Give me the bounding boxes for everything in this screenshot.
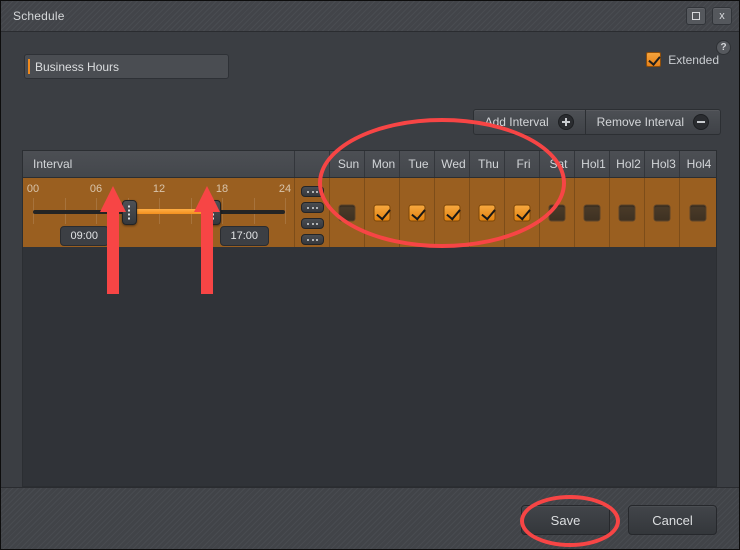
table-row: 00 06 12 18 24 09:00 17:00 bbox=[23, 178, 716, 248]
cell-hol2[interactable] bbox=[610, 178, 645, 248]
schedule-name-value: Business Hours bbox=[35, 59, 120, 74]
timeline-minor-tick bbox=[285, 198, 286, 224]
table-header-sun[interactable]: Sun bbox=[330, 151, 365, 177]
dot-icon bbox=[316, 238, 318, 241]
checkbox-sun[interactable] bbox=[338, 204, 356, 222]
timeline-tick-06: 06 bbox=[89, 183, 103, 195]
dot-icon bbox=[311, 206, 314, 209]
row-menu-2[interactable] bbox=[301, 202, 324, 213]
cell-mon[interactable] bbox=[365, 178, 400, 248]
checkbox-hol2[interactable] bbox=[618, 204, 636, 222]
checkbox-thu[interactable] bbox=[478, 204, 496, 222]
dot-icon bbox=[316, 190, 318, 193]
maximize-button[interactable] bbox=[686, 7, 706, 25]
dialog-body: ? Business Hours Extended Add Interval R… bbox=[1, 32, 739, 487]
table-header-interval[interactable]: Interval bbox=[23, 151, 295, 177]
extended-checkbox[interactable]: Extended bbox=[646, 52, 719, 67]
dialog-footer: Save Cancel bbox=[1, 487, 739, 549]
cell-hol4[interactable] bbox=[680, 178, 715, 248]
cancel-button[interactable]: Cancel bbox=[628, 505, 717, 535]
table-header-thu[interactable]: Thu bbox=[470, 151, 505, 177]
timeline-start-handle[interactable] bbox=[121, 200, 137, 225]
cell-sun[interactable] bbox=[330, 178, 365, 248]
timeline-tick-labels: 00 06 12 18 24 bbox=[23, 183, 295, 197]
dot-icon bbox=[311, 222, 314, 225]
checkbox-fri[interactable] bbox=[513, 204, 531, 222]
extended-label: Extended bbox=[668, 52, 719, 67]
table-header-actions[interactable] bbox=[295, 151, 330, 177]
checkbox-sat[interactable] bbox=[548, 204, 566, 222]
dot-icon bbox=[307, 238, 309, 241]
remove-interval-label: Remove Interval bbox=[596, 115, 684, 129]
cell-wed[interactable] bbox=[435, 178, 470, 248]
row-menu-3[interactable] bbox=[301, 218, 324, 229]
end-time-badge[interactable]: 17:00 bbox=[219, 226, 270, 246]
row-menu-1[interactable] bbox=[301, 186, 324, 197]
schedule-table: Interval Sun Mon Tue Wed Thu Fri Sat Hol1 Hol2 Hol… bbox=[22, 150, 717, 249]
table-header-row: Interval Sun Mon Tue Wed Thu Fri Sat Hol1 Hol2 Hol… bbox=[23, 151, 716, 178]
interval-button-group: Add Interval Remove Interval bbox=[472, 109, 721, 135]
window-title: Schedule bbox=[13, 9, 65, 23]
cell-hol3[interactable] bbox=[645, 178, 680, 248]
dot-icon bbox=[316, 222, 318, 225]
timeline-tick-24: 24 bbox=[278, 183, 292, 195]
interval-timeline-cell: 00 06 12 18 24 09:00 17:00 bbox=[23, 178, 295, 248]
checkbox-hol4[interactable] bbox=[689, 204, 706, 222]
table-header-hol1[interactable]: Hol1 bbox=[575, 151, 610, 177]
dot-icon bbox=[307, 222, 309, 225]
checkbox-hol3[interactable] bbox=[653, 204, 671, 222]
remove-interval-button[interactable]: Remove Interval bbox=[585, 109, 721, 135]
table-header-fri[interactable]: Fri bbox=[505, 151, 540, 177]
table-header-hol3[interactable]: Hol3 bbox=[645, 151, 680, 177]
plus-icon bbox=[557, 114, 574, 130]
table-header-sat[interactable]: Sat bbox=[540, 151, 575, 177]
timeline-end-handle[interactable] bbox=[205, 200, 221, 225]
row-menu-4[interactable] bbox=[301, 234, 324, 245]
grip-icon bbox=[127, 205, 131, 220]
cell-thu[interactable] bbox=[470, 178, 505, 248]
save-button[interactable]: Save bbox=[521, 505, 610, 535]
add-interval-button[interactable]: Add Interval bbox=[472, 109, 586, 135]
checkbox-tue[interactable] bbox=[408, 204, 426, 222]
checkbox-wed[interactable] bbox=[443, 204, 461, 222]
cell-tue[interactable] bbox=[400, 178, 435, 248]
table-header-wed[interactable]: Wed bbox=[435, 151, 470, 177]
start-time-badge[interactable]: 09:00 bbox=[59, 226, 110, 246]
dot-icon bbox=[307, 190, 309, 193]
window-titlebar: Schedule x bbox=[1, 1, 739, 32]
empty-content-pane bbox=[22, 247, 717, 487]
minus-icon bbox=[693, 114, 709, 130]
dot-icon bbox=[316, 206, 318, 209]
dot-icon bbox=[311, 238, 314, 241]
table-header-tue[interactable]: Tue bbox=[400, 151, 435, 177]
close-icon: x bbox=[719, 10, 725, 22]
timeline-selected-range bbox=[127, 209, 212, 214]
table-header-hol4[interactable]: Hol4 bbox=[680, 151, 715, 177]
timeline-tick-12: 12 bbox=[152, 183, 166, 195]
cell-fri[interactable] bbox=[505, 178, 540, 248]
add-interval-label: Add Interval bbox=[484, 115, 549, 129]
grip-icon bbox=[211, 205, 215, 220]
timeline-tick-18: 18 bbox=[215, 183, 229, 195]
table-header-mon[interactable]: Mon bbox=[365, 151, 400, 177]
checkbox-hol1[interactable] bbox=[583, 204, 601, 222]
maximize-icon bbox=[692, 12, 700, 20]
checkbox-mon[interactable] bbox=[373, 204, 391, 222]
dot-icon bbox=[307, 206, 309, 209]
close-button[interactable]: x bbox=[712, 7, 732, 25]
cell-sat[interactable] bbox=[540, 178, 575, 248]
cell-hol1[interactable] bbox=[575, 178, 610, 248]
extended-checkbox-box bbox=[646, 52, 662, 67]
schedule-dialog: Schedule x ? Business Hours Extended Add… bbox=[0, 0, 740, 550]
text-caret bbox=[28, 59, 30, 74]
table-header-hol2[interactable]: Hol2 bbox=[610, 151, 645, 177]
schedule-name-input[interactable]: Business Hours bbox=[24, 54, 229, 79]
row-actions-cell bbox=[295, 178, 330, 248]
dot-icon bbox=[311, 190, 314, 193]
timeline-tick-00: 00 bbox=[26, 183, 40, 195]
